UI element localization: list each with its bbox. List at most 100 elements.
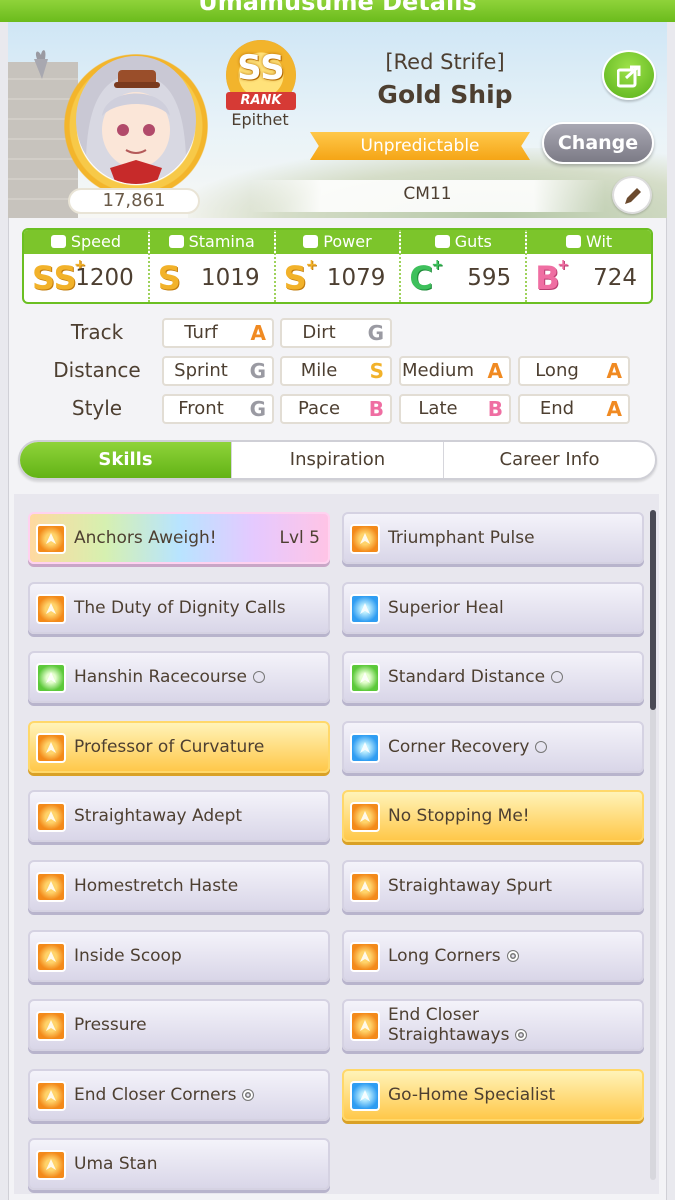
skill-name: Superior Heal <box>388 598 504 618</box>
aptitude-mile: Mile S <box>280 356 392 386</box>
heart-icon <box>168 235 184 248</box>
aptitude-name: Dirt <box>302 322 336 343</box>
stat-body: B + 724 <box>527 254 651 302</box>
stat-label: Speed <box>70 232 121 251</box>
skill-card[interactable]: Straightaway Spurt <box>342 860 644 912</box>
skill-card[interactable]: Inside Scoop <box>28 929 330 982</box>
aptitude-rank: A <box>606 397 622 421</box>
epithet-label[interactable]: Epithet <box>224 110 296 129</box>
skill-name: Professor of Curvature <box>74 737 264 757</box>
tab-career-info[interactable]: Career Info <box>443 442 655 478</box>
epithet-tagline: Unpredictable <box>310 132 530 160</box>
trainer-name: CM11 <box>403 184 452 204</box>
skill-name-text: Go-Home Specialist <box>388 1084 556 1105</box>
aptitude-name: Mile <box>300 360 338 381</box>
aptitude-turf: Turf A <box>162 318 274 348</box>
scrollbar-thumb[interactable] <box>650 510 656 710</box>
aptitude-rank: A <box>606 359 622 383</box>
character-name: Gold Ship <box>377 80 513 109</box>
aptitude-label-style: Style <box>71 396 123 420</box>
stat-grade: C + <box>409 257 444 297</box>
skill-card[interactable]: Superior Heal <box>342 581 644 634</box>
skill-card[interactable]: End Closer Corners <box>28 1068 330 1121</box>
skill-card[interactable]: End Closer Straightaways <box>342 999 644 1052</box>
stat-label: Stamina <box>188 232 255 251</box>
skill-card[interactable]: Long Corners <box>342 929 644 982</box>
skill-card[interactable]: Hanshin Racecourse <box>28 651 330 704</box>
skill-name: Hanshin Racecourse <box>74 667 265 687</box>
cap-icon <box>565 235 581 248</box>
stat-body: C + 595 <box>401 254 525 302</box>
stat-value: 1200 <box>75 265 134 291</box>
aptitude-name: Medium <box>402 360 474 381</box>
skill-rank-mark <box>535 740 548 753</box>
stat-grade: B + <box>535 257 569 297</box>
skill-card[interactable]: Go-Home Specialist <box>342 1068 644 1121</box>
avatar[interactable] <box>76 56 196 184</box>
edit-button[interactable] <box>612 176 652 214</box>
aptitude-name: Sprint <box>174 360 228 381</box>
skill-card[interactable]: Anchors Aweigh! Lvl 5 <box>28 512 330 564</box>
skill-rank-mark <box>253 671 265 684</box>
skill-name-text: Superior Heal <box>388 597 504 618</box>
skill-card[interactable]: Straightaway Adept <box>28 790 330 843</box>
skill-rank-mark <box>242 1088 255 1101</box>
stat-value: 595 <box>467 265 512 291</box>
skill-orange-icon <box>36 1080 66 1111</box>
skill-name-text: No Stopping Me! <box>388 806 530 827</box>
skill-name: End Closer Corners <box>74 1085 255 1105</box>
skill-card[interactable]: Triumphant Pulse <box>342 512 644 564</box>
aptitude-name: Turf <box>184 322 218 343</box>
stat-grade: S + <box>283 257 318 297</box>
aptitude-label-distance: Distance <box>53 358 141 382</box>
skill-orange-icon <box>36 732 66 763</box>
stat-body: S + 1079 <box>276 254 400 302</box>
change-button[interactable]: Change <box>542 122 654 164</box>
title-bar: Umamusume Details <box>0 0 675 22</box>
skill-blue-icon <box>350 732 380 763</box>
skill-name-text: Triumphant Pulse <box>388 528 535 548</box>
skill-card[interactable]: Standard Distance <box>342 651 644 704</box>
skill-name-text: Hanshin Racecourse <box>74 667 247 688</box>
aptitude-medium: Medium A <box>399 356 511 386</box>
share-button[interactable] <box>602 50 656 100</box>
aptitude-label-track: Track <box>70 320 124 344</box>
skill-orange-icon <box>36 524 66 554</box>
skill-card[interactable]: Pressure <box>28 999 330 1052</box>
skill-orange-icon <box>350 802 380 833</box>
tab-inspiration[interactable]: Inspiration <box>231 442 443 478</box>
skill-card[interactable]: Homestretch Haste <box>28 860 330 912</box>
skills-list[interactable]: Anchors Aweigh! Lvl 5 Triumphant Pulse The … <box>14 494 659 1194</box>
aptitude-name: Long <box>535 360 579 381</box>
skill-orange-icon <box>36 872 66 902</box>
stat-header: Speed <box>24 230 148 254</box>
skill-name: Inside Scoop <box>74 946 182 966</box>
skill-blue-icon <box>350 1080 380 1111</box>
skill-rank-mark <box>515 1029 528 1042</box>
skill-orange-icon <box>350 872 380 902</box>
skill-card[interactable]: No Stopping Me! <box>342 790 644 843</box>
skill-card[interactable]: Uma Stan <box>28 1138 330 1191</box>
share-icon <box>617 65 641 88</box>
skill-orange-icon <box>36 1011 66 1042</box>
stat-header: Stamina <box>149 230 274 254</box>
shoe-icon <box>50 235 66 248</box>
tab-skills[interactable]: Skills <box>20 442 231 478</box>
grade-plus: + <box>557 257 569 273</box>
aptitude-late: Late B <box>399 394 511 424</box>
grade-plus: + <box>431 257 444 273</box>
skill-card[interactable]: Corner Recovery <box>342 720 644 773</box>
aptitude-name: Late <box>418 398 458 419</box>
skill-card[interactable]: The Duty of Dignity Calls <box>28 581 330 634</box>
carrot-icon <box>34 50 48 79</box>
skill-orange-icon <box>350 941 380 972</box>
aptitude-name: Front <box>178 398 224 419</box>
skill-name: Corner Recovery <box>388 737 548 757</box>
grade-plus: + <box>305 257 318 273</box>
epithet-title: [Red Strife] <box>385 50 505 74</box>
stat-body: SS +1200 <box>24 254 148 302</box>
skill-name: Anchors Aweigh! <box>74 528 217 548</box>
skill-name-line: Straightaways <box>388 1025 510 1046</box>
stat-value: 724 <box>593 265 637 291</box>
skill-card[interactable]: Professor of Curvature <box>28 720 330 773</box>
